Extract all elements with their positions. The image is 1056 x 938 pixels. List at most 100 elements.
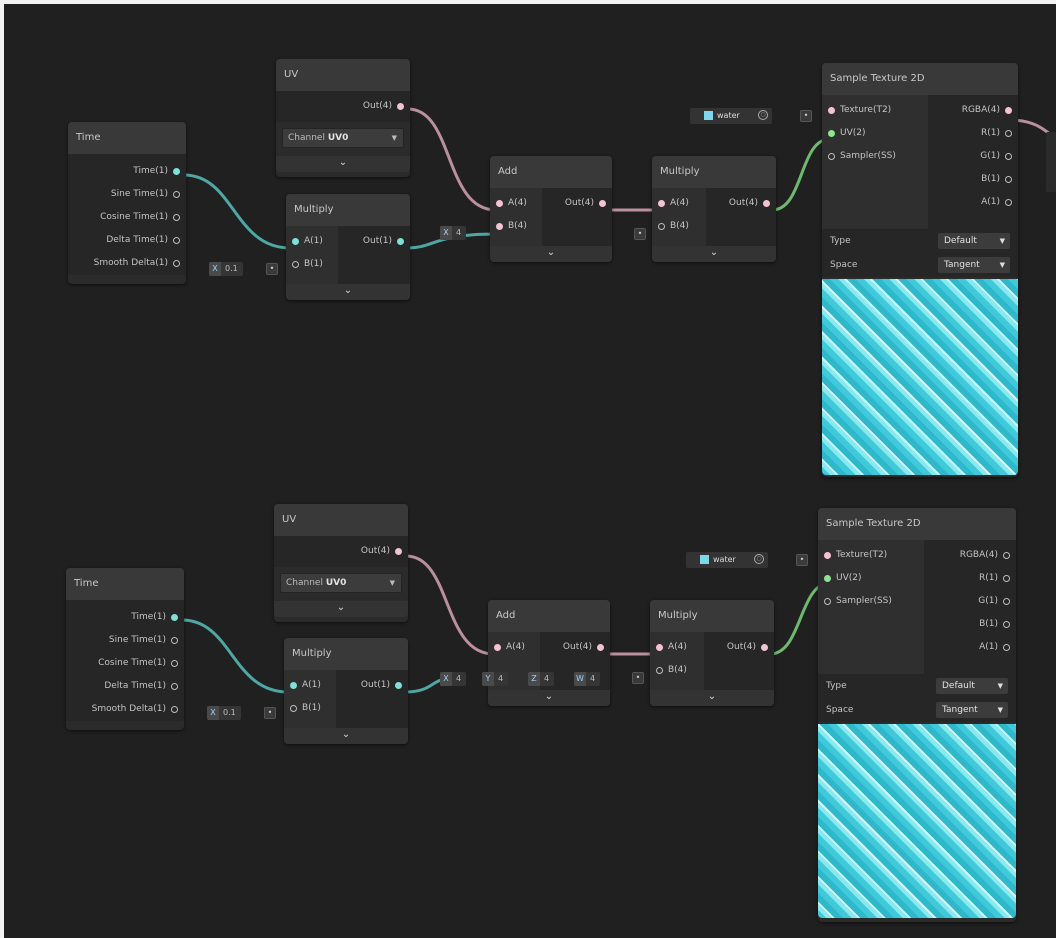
port-dot-icon[interactable] <box>824 552 831 559</box>
port-dot-icon[interactable] <box>1005 176 1012 183</box>
input-port-b[interactable]: B(4) <box>490 215 542 238</box>
output-port-smooth-delta[interactable]: Smooth Delta(1) <box>68 252 186 275</box>
collapse-chevron-icon[interactable]: ⌄ <box>284 728 408 744</box>
texture-asset-field[interactable]: water ○ <box>686 552 768 568</box>
time-node[interactable]: Time Time(1) Sine Time(1) Cosine Time(1)… <box>68 122 186 284</box>
channel-dropdown[interactable]: Channel UV0 ▼ <box>282 128 404 148</box>
output-port-r[interactable]: R(1) <box>928 122 1018 145</box>
collapse-chevron-icon[interactable]: ⌄ <box>490 246 612 262</box>
output-port-g[interactable]: G(1) <box>928 145 1018 168</box>
port-dot-icon[interactable] <box>658 200 665 207</box>
output-port-delta-time[interactable]: Delta Time(1) <box>66 675 184 698</box>
port-dot-icon[interactable] <box>173 260 180 267</box>
object-picker-icon[interactable]: ○ <box>758 110 768 120</box>
output-port-cosine-time[interactable]: Cosine Time(1) <box>66 652 184 675</box>
output-port-out[interactable]: Out(4) <box>276 95 410 118</box>
output-port-out[interactable]: Out(1) <box>336 674 408 697</box>
add-b-w-field[interactable]: W4 <box>574 672 601 686</box>
output-port-out[interactable]: Out(4) <box>542 192 612 215</box>
port-dot-icon[interactable] <box>824 575 831 582</box>
output-port-cosine-time[interactable]: Cosine Time(1) <box>68 206 186 229</box>
port-dot-icon[interactable] <box>1003 598 1010 605</box>
output-port-sine-time[interactable]: Sine Time(1) <box>66 629 184 652</box>
port-dot-icon[interactable] <box>290 705 297 712</box>
port-dot-icon[interactable] <box>824 598 831 605</box>
port-dot-icon[interactable] <box>656 644 663 651</box>
port-dot-icon[interactable] <box>171 637 178 644</box>
port-dot-icon[interactable] <box>656 667 663 674</box>
collapse-chevron-icon[interactable]: ⌄ <box>274 601 408 617</box>
port-dot-icon[interactable] <box>1003 644 1010 651</box>
port-dot-icon[interactable] <box>496 223 503 230</box>
time-node[interactable]: Time Time(1) Sine Time(1) Cosine Time(1)… <box>66 568 184 730</box>
port-dot-icon[interactable] <box>1005 130 1012 137</box>
texture-asset-field[interactable]: water ○ <box>690 108 772 124</box>
port-dot-icon[interactable] <box>290 682 297 689</box>
add-node[interactable]: Add A(4) B(4) Out(4) ⌄ <box>490 156 612 262</box>
port-dot-icon[interactable] <box>1003 552 1010 559</box>
port-dot-icon[interactable] <box>658 223 665 230</box>
input-port-b[interactable]: B(1) <box>286 253 338 276</box>
multiply-node[interactable]: Multiply A(1) B(1) Out(1) ⌄ <box>286 194 410 300</box>
port-dot-icon[interactable] <box>173 237 180 244</box>
add-node[interactable]: Add A(4) Out(4) ⌄ <box>488 600 610 706</box>
output-port-out[interactable]: Out(1) <box>338 230 410 253</box>
port-dot-icon[interactable] <box>397 238 404 245</box>
add-b-default-field[interactable]: X4 <box>440 226 467 240</box>
sample-texture-node[interactable]: Sample Texture 2D Texture(T2) UV(2) Samp… <box>822 63 1018 477</box>
port-dot-icon[interactable] <box>292 238 299 245</box>
port-dot-icon[interactable] <box>1005 107 1012 114</box>
port-dot-icon[interactable] <box>828 107 835 114</box>
port-dot-icon[interactable] <box>1005 199 1012 206</box>
collapse-chevron-icon[interactable]: ⌄ <box>286 284 410 300</box>
output-port-time[interactable]: Time(1) <box>66 606 184 629</box>
port-dot-icon[interactable] <box>173 191 180 198</box>
port-dot-icon[interactable] <box>1005 153 1012 160</box>
uv-node[interactable]: UV Out(4) Channel UV0 ▼ ⌄ <box>276 59 410 177</box>
output-port-b[interactable]: B(1) <box>928 168 1018 191</box>
port-dot-icon[interactable] <box>599 200 606 207</box>
add-b-z-field[interactable]: Z4 <box>528 672 555 686</box>
port-dot-icon[interactable] <box>828 130 835 137</box>
port-dot-icon[interactable] <box>1003 621 1010 628</box>
shader-graph-canvas[interactable]: Time Time(1) Sine Time(1) Cosine Time(1)… <box>4 4 1056 938</box>
multiply-node[interactable]: Multiply A(1) B(1) Out(1) ⌄ <box>284 638 408 744</box>
input-port-uv[interactable]: UV(2) <box>818 567 924 590</box>
output-port-out[interactable]: Out(4) <box>704 636 774 659</box>
input-port-b[interactable]: B(4) <box>652 215 706 238</box>
port-dot-icon[interactable] <box>292 261 299 268</box>
input-port-sampler[interactable]: Sampler(SS) <box>818 590 924 613</box>
uv-node[interactable]: UV Out(4) Channel UV0 ▼ ⌄ <box>274 504 408 622</box>
input-port-a[interactable]: A(4) <box>490 192 542 215</box>
channel-dropdown[interactable]: Channel UV0 ▼ <box>280 573 402 593</box>
object-picker-icon[interactable]: ○ <box>754 554 764 564</box>
output-port-g[interactable]: G(1) <box>924 590 1016 613</box>
output-port-a[interactable]: A(1) <box>924 636 1016 659</box>
space-dropdown[interactable]: Tangent ▼ <box>938 257 1010 273</box>
port-dot-icon[interactable] <box>494 644 501 651</box>
sample-texture-node[interactable]: Sample Texture 2D Texture(T2) UV(2) Samp… <box>818 508 1016 922</box>
collapse-chevron-icon[interactable]: ⌄ <box>276 156 410 172</box>
output-port-a[interactable]: A(1) <box>928 191 1018 214</box>
port-dot-icon[interactable] <box>761 644 768 651</box>
multiply-b-default-field[interactable]: X 0.1 <box>207 706 241 720</box>
port-dot-icon[interactable] <box>171 706 178 713</box>
port-dot-icon[interactable] <box>496 200 503 207</box>
output-port-delta-time[interactable]: Delta Time(1) <box>68 229 186 252</box>
output-port-out[interactable]: Out(4) <box>540 636 610 659</box>
collapse-chevron-icon[interactable]: ⌄ <box>650 690 774 706</box>
multiply-node[interactable]: Multiply A(4) B(4) Out(4) ⌄ <box>650 600 774 706</box>
output-port-out[interactable]: Out(4) <box>706 192 776 215</box>
input-port-b[interactable]: B(1) <box>284 697 336 720</box>
port-dot-icon[interactable] <box>395 682 402 689</box>
collapse-chevron-icon[interactable]: ⌄ <box>488 690 610 706</box>
input-port-a[interactable]: A(1) <box>284 674 336 697</box>
input-port-uv[interactable]: UV(2) <box>822 122 928 145</box>
port-dot-icon[interactable] <box>173 168 180 175</box>
port-dot-icon[interactable] <box>171 660 178 667</box>
input-port-b[interactable]: B(4) <box>650 659 704 682</box>
output-port-out[interactable]: Out(4) <box>274 540 408 563</box>
input-port-sampler[interactable]: Sampler(SS) <box>822 145 928 168</box>
port-dot-icon[interactable] <box>397 103 404 110</box>
port-dot-icon[interactable] <box>828 153 835 160</box>
